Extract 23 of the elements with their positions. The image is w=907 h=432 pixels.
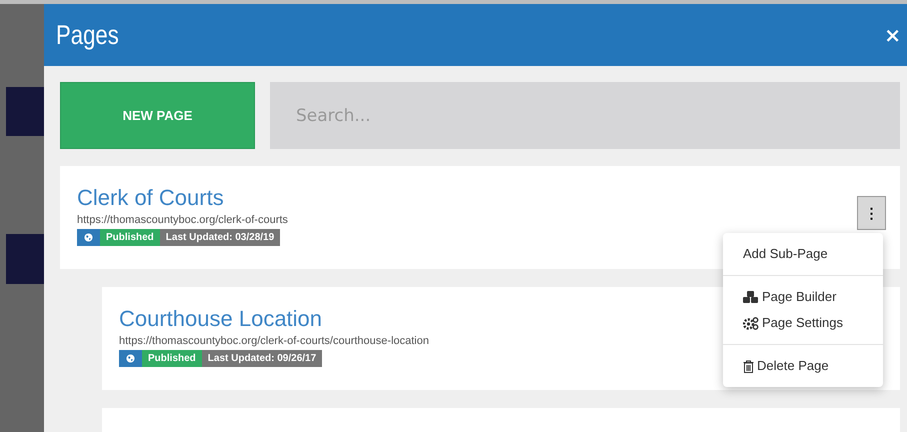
globe-icon bbox=[84, 233, 93, 242]
globe-icon bbox=[126, 354, 135, 363]
page-title[interactable]: Clerk of Courts bbox=[77, 184, 224, 212]
updated-badge: Last Updated: 03/28/19 bbox=[160, 229, 280, 246]
search-field[interactable]: Search... bbox=[270, 82, 900, 149]
window-title: Pages bbox=[56, 20, 119, 50]
menu-item[interactable]: Delete Page bbox=[723, 353, 883, 379]
menu-item[interactable]: Page Builder bbox=[723, 284, 883, 310]
menu-item[interactable]: Add Sub-Page bbox=[723, 241, 883, 267]
updated-badge: Last Updated: 09/26/17 bbox=[202, 350, 322, 367]
cubes-icon bbox=[743, 290, 759, 304]
sidebar-highlight bbox=[6, 234, 44, 284]
trash-icon bbox=[743, 360, 754, 372]
menu-item[interactable]: Page Settings bbox=[723, 310, 883, 336]
close-button[interactable]: × bbox=[878, 23, 907, 47]
gears-icon bbox=[743, 316, 759, 330]
page-url: https://thomascountyboc.org/clerk-of-courts bbox=[77, 214, 289, 226]
page-title[interactable]: Courthouse Location bbox=[119, 305, 322, 333]
more-button[interactable]: ⋮ bbox=[857, 196, 886, 230]
status-badge: Published bbox=[142, 350, 202, 367]
status-badge: Published bbox=[100, 229, 160, 246]
page-url: https://thomascountyboc.org/clerk-of-courts/courthouse-location bbox=[119, 335, 430, 347]
sidebar-highlight bbox=[6, 87, 44, 136]
